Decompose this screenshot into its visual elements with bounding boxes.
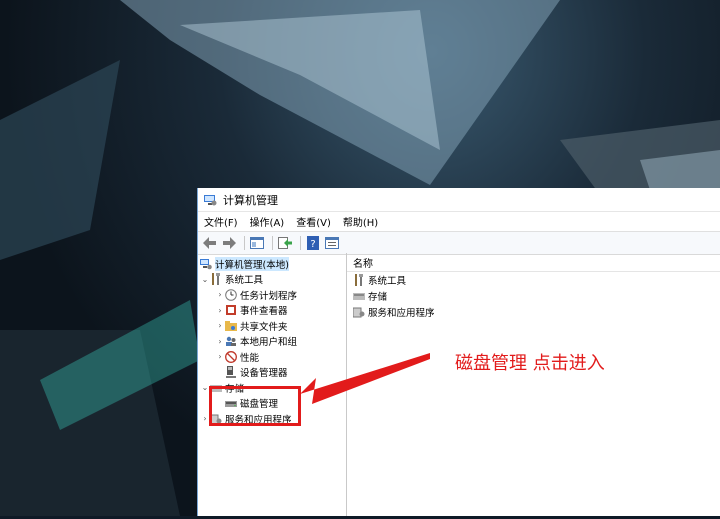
storage-icon — [353, 293, 365, 300]
computer-management-icon — [200, 258, 212, 270]
annotation-text: 磁盘管理 点击进入 — [455, 353, 605, 374]
menubar: 文件(F) 操作(A) 查看(V) 帮助(H) — [198, 212, 720, 231]
window-title: 计算机管理 — [223, 193, 278, 207]
highlight-box — [209, 386, 301, 426]
tree-item-local-users[interactable]: › 本地用户和组 — [198, 334, 346, 350]
tree-label: 设备管理器 — [240, 368, 288, 380]
tree-item-root[interactable]: 计算机管理(本地) — [198, 256, 346, 272]
tree-label: 性能 — [240, 352, 260, 364]
shared-folder-icon — [225, 320, 237, 331]
chevron-right-icon[interactable]: › — [215, 321, 225, 330]
chevron-down-icon[interactable]: ⌄ — [200, 275, 210, 284]
titlebar: 计算机管理 — [198, 188, 720, 212]
computer-management-icon — [204, 194, 217, 205]
toolbar-separator — [244, 236, 245, 250]
export-icon[interactable] — [277, 235, 293, 251]
menu-file[interactable]: 文件(F) — [204, 214, 238, 229]
tree-label: 本地用户和组 — [240, 337, 298, 349]
chevron-right-icon[interactable]: › — [215, 352, 225, 361]
show-tree-icon[interactable] — [249, 235, 265, 251]
tools-icon — [355, 274, 363, 286]
users-icon — [226, 337, 236, 347]
tree-item-device-manager[interactable]: 设备管理器 — [198, 365, 346, 381]
toolbar-separator — [272, 236, 273, 250]
tree-label: 共享文件夹 — [240, 321, 288, 333]
menu-view[interactable]: 查看(V) — [296, 214, 331, 229]
list-item-storage[interactable]: 存储 — [347, 288, 720, 304]
device-manager-icon — [226, 366, 236, 379]
list-item-services-apps[interactable]: 服务和应用程序 — [347, 304, 720, 320]
column-header-name[interactable]: 名称 — [347, 253, 720, 272]
navigation-tree: 计算机管理(本地) ⌄ 系统工具 › 任务计划程序 › 事件查看器 › 共享文件… — [198, 253, 347, 516]
chevron-right-icon[interactable]: › — [215, 290, 225, 299]
clock-icon — [225, 288, 237, 301]
tree-item-system-tools[interactable]: ⌄ 系统工具 — [198, 272, 346, 288]
tree-item-performance[interactable]: › 性能 — [198, 349, 346, 365]
performance-icon — [225, 350, 237, 363]
list-item-label: 服务和应用程序 — [368, 308, 435, 319]
tools-icon — [212, 273, 220, 286]
forward-arrow-icon[interactable] — [221, 235, 237, 251]
toolbar: ? — [198, 231, 720, 255]
tree-item-event-viewer[interactable]: › 事件查看器 — [198, 303, 346, 319]
list-item-label: 系统工具 — [368, 276, 407, 287]
content-pane: 名称 系统工具 存储 服务和应用程序 — [347, 253, 720, 516]
svg-text:?: ? — [310, 239, 315, 250]
tree-label: 事件查看器 — [240, 306, 288, 318]
toolbar-separator — [300, 236, 301, 250]
tree-label: 系统工具 — [225, 275, 264, 287]
tree-item-task-scheduler[interactable]: › 任务计划程序 — [198, 287, 346, 303]
chevron-right-icon[interactable]: › — [215, 306, 225, 315]
list-item-system-tools[interactable]: 系统工具 — [347, 272, 720, 288]
back-arrow-icon[interactable] — [202, 235, 218, 251]
services-icon — [353, 307, 365, 318]
tree-item-shared-folders[interactable]: › 共享文件夹 — [198, 318, 346, 334]
properties-icon[interactable] — [324, 235, 340, 251]
menu-action[interactable]: 操作(A) — [250, 214, 285, 229]
tree-label: 计算机管理(本地) — [215, 256, 289, 271]
menu-help[interactable]: 帮助(H) — [343, 214, 378, 229]
list-item-label: 存储 — [368, 292, 388, 303]
event-viewer-icon — [226, 305, 236, 316]
help-icon[interactable]: ? — [305, 235, 321, 251]
chevron-right-icon[interactable]: › — [215, 337, 225, 346]
tree-label: 任务计划程序 — [240, 290, 298, 302]
main-panes: 计算机管理(本地) ⌄ 系统工具 › 任务计划程序 › 事件查看器 › 共享文件… — [198, 253, 720, 516]
